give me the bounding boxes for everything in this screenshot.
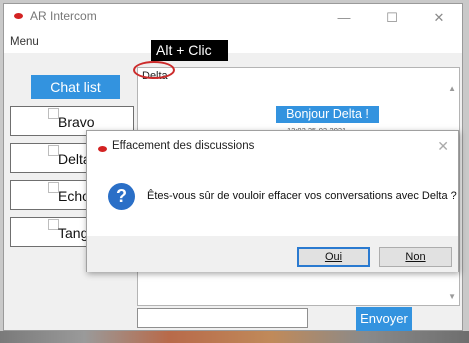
message-input[interactable] [137,308,308,328]
scroll-down-icon[interactable]: ▼ [448,292,456,301]
contact-label: Bravo [58,114,95,130]
chat-list-button[interactable]: Chat list [31,75,120,99]
send-button[interactable]: Envoyer [356,307,412,331]
app-logo-icon [98,146,107,152]
dialog-footer: Oui Non [87,236,458,272]
confirm-dialog: Effacement des discussions ✕ ? Êtes-vous… [86,130,459,272]
window-title: AR Intercom [30,9,97,23]
no-button-label: Non [405,251,426,263]
yes-button[interactable]: Oui [297,247,370,267]
app-logo-icon [14,13,23,19]
menu-bar: Menu [4,32,462,53]
dialog-close-button[interactable]: ✕ [437,138,449,155]
title-bar: AR Intercom — ☐ ✕ [4,4,462,32]
scroll-up-icon[interactable]: ▲ [448,84,456,93]
dialog-title: Effacement des discussions [112,140,255,152]
yes-button-label: Oui [324,251,343,263]
highlight-ring [133,61,175,79]
close-button[interactable]: ✕ [424,7,454,29]
alt-click-annotation: Alt + Clic [151,40,228,61]
maximize-button[interactable]: ☐ [377,7,407,29]
message-bubble: Bonjour Delta ! [276,106,379,123]
no-button[interactable]: Non [379,247,452,267]
dialog-message: Êtes-vous sûr de vouloir effacer vos con… [147,190,457,202]
menu-item-menu[interactable]: Menu [10,36,39,48]
desktop-background [0,331,469,343]
minimize-button[interactable]: — [329,7,359,29]
question-icon: ? [108,183,135,210]
